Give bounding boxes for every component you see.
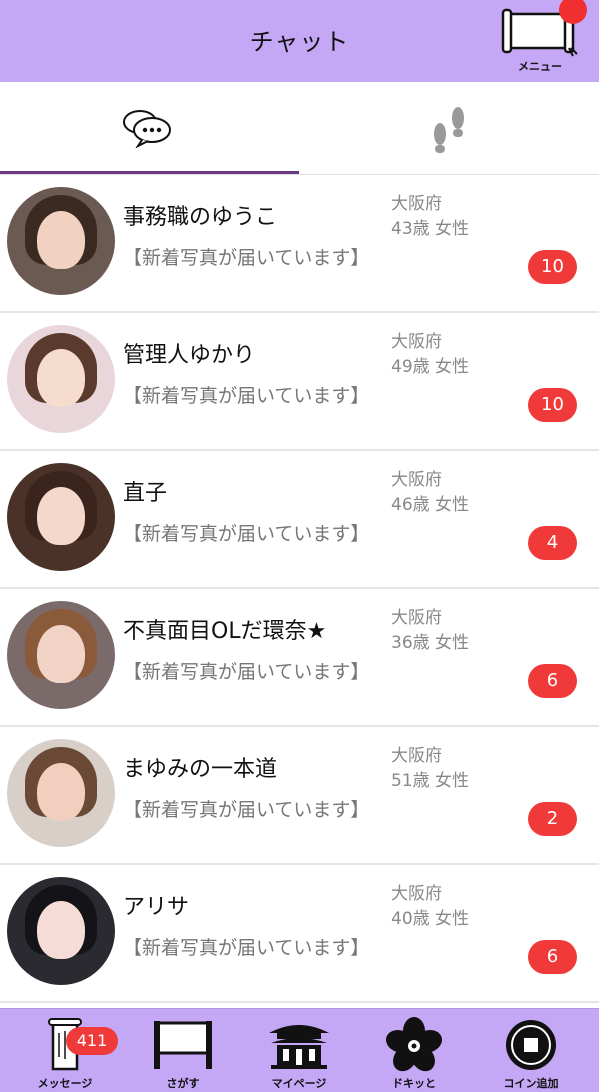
app-header: チャット メニュー <box>0 0 599 82</box>
contact-prefecture: 大阪府 <box>391 746 442 766</box>
conversation-row[interactable]: まゆみの一本道 【新着写真が届いています】 大阪府 51歳 女性 2 <box>0 727 599 865</box>
contact-prefecture: 大阪府 <box>391 608 442 628</box>
avatar <box>7 739 115 847</box>
avatar <box>7 187 115 295</box>
unread-badge: 4 <box>528 526 577 560</box>
search-board-icon <box>154 1021 212 1069</box>
contact-age-gender: 46歳 女性 <box>391 495 470 515</box>
nav-mypage[interactable]: マイページ <box>244 1009 354 1092</box>
avatar <box>7 601 115 709</box>
unread-badge: 6 <box>528 664 577 698</box>
nav-messages[interactable]: 411 メッセージ <box>10 1009 120 1092</box>
nav-label: ドキッと <box>392 1077 436 1090</box>
contact-age-gender: 40歳 女性 <box>391 909 470 929</box>
message-preview: 【新着写真が届いています】 <box>123 661 370 683</box>
notification-dot <box>559 0 587 24</box>
sakura-icon <box>385 1017 443 1072</box>
tab-bar <box>0 82 599 174</box>
message-preview: 【新着写真が届いています】 <box>123 799 370 821</box>
contact-age-gender: 49歳 女性 <box>391 357 470 377</box>
menu-button[interactable]: メニュー <box>499 0 587 78</box>
contact-prefecture: 大阪府 <box>391 332 442 352</box>
conversation-row[interactable]: アリサ 【新着写真が届いています】 大阪府 40歳 女性 6 <box>0 865 599 1003</box>
coin-icon <box>506 1020 556 1070</box>
temple-icon <box>269 1025 329 1069</box>
conversation-list: 事務職のゆうこ 【新着写真が届いています】 大阪府 43歳 女性 10 管理人ゆ… <box>0 175 599 1007</box>
conversation-row[interactable]: 管理人ゆかり 【新着写真が届いています】 大阪府 49歳 女性 10 <box>0 313 599 451</box>
contact-prefecture: 大阪府 <box>391 884 442 904</box>
nav-search[interactable]: さがす <box>128 1009 238 1092</box>
contact-prefecture: 大阪府 <box>391 194 442 214</box>
contact-name: 不真面目OLだ環奈★ <box>123 619 327 644</box>
tab-chat[interactable] <box>0 82 299 174</box>
contact-name: 事務職のゆうこ <box>123 205 278 230</box>
message-preview: 【新着写真が届いています】 <box>123 937 370 959</box>
contact-name: アリサ <box>123 895 190 920</box>
unread-badge: 2 <box>528 802 577 836</box>
conversation-row[interactable]: 事務職のゆうこ 【新着写真が届いています】 大阪府 43歳 女性 10 <box>0 175 599 313</box>
contact-age-gender: 43歳 女性 <box>391 219 470 239</box>
contact-name: まゆみの一本道 <box>123 757 278 782</box>
menu-label: メニュー <box>518 60 562 73</box>
chat-bubbles-icon <box>123 110 171 148</box>
contact-name: 管理人ゆかり <box>123 343 256 368</box>
message-preview: 【新着写真が届いています】 <box>123 385 370 407</box>
contact-age-gender: 51歳 女性 <box>391 771 470 791</box>
conversation-row[interactable]: 不真面目OLだ環奈★ 【新着写真が届いています】 大阪府 36歳 女性 6 <box>0 589 599 727</box>
unread-badge: 6 <box>528 940 577 974</box>
bottom-nav: 411 メッセージ さがす マイページ ドキッと コイン追加 <box>0 1008 599 1092</box>
nav-label: コイン追加 <box>503 1077 559 1090</box>
nav-label: マイページ <box>271 1077 327 1090</box>
avatar <box>7 877 115 985</box>
unread-badge: 10 <box>528 250 577 284</box>
message-preview: 【新着写真が届いています】 <box>123 523 370 545</box>
contact-name: 直子 <box>123 481 168 506</box>
conversation-row[interactable]: 直子 【新着写真が届いています】 大阪府 46歳 女性 4 <box>0 451 599 589</box>
nav-add-coins[interactable]: コイン追加 <box>476 1009 586 1092</box>
footprints-icon <box>434 107 464 153</box>
tab-footprints[interactable] <box>300 82 599 174</box>
contact-age-gender: 36歳 女性 <box>391 633 470 653</box>
avatar <box>7 325 115 433</box>
contact-prefecture: 大阪府 <box>391 470 442 490</box>
nav-label: メッセージ <box>37 1077 93 1090</box>
nav-label: さがす <box>166 1077 200 1090</box>
message-preview: 【新着写真が届いています】 <box>123 247 370 269</box>
unread-badge: 10 <box>528 388 577 422</box>
nav-dokitto[interactable]: ドキッと <box>359 1009 469 1092</box>
avatar <box>7 463 115 571</box>
message-count-badge: 411 <box>66 1027 118 1055</box>
